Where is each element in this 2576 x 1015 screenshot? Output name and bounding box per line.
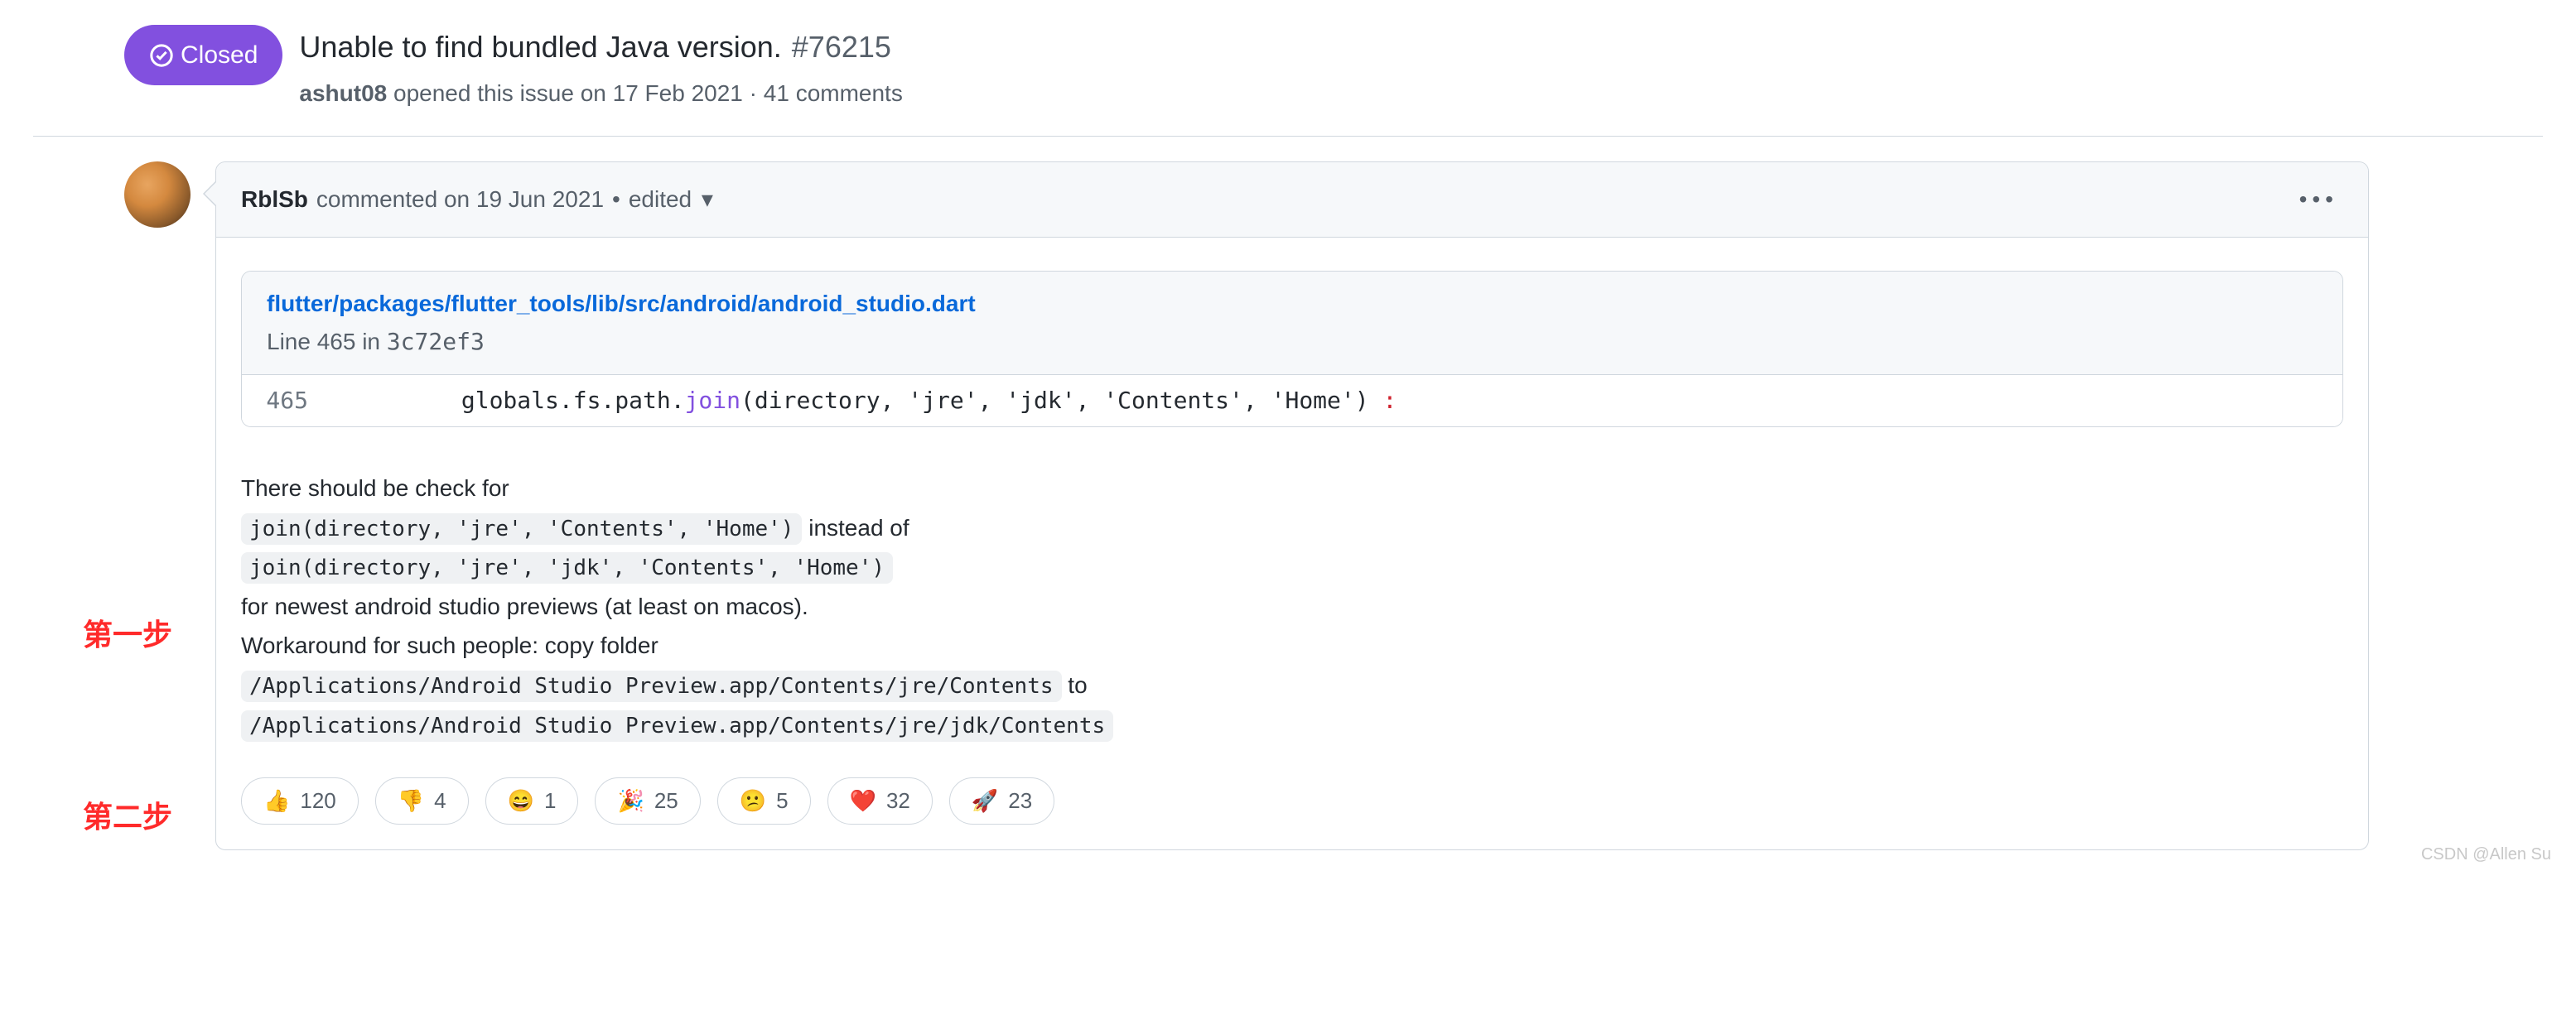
commit-sha-link[interactable]: 3c72ef3	[387, 328, 485, 355]
watermark: CSDN @Allen Su	[2421, 842, 2551, 867]
issue-meta: ashut08 opened this issue on 17 Feb 2021…	[299, 76, 902, 111]
state-badge-closed: Closed	[124, 25, 282, 85]
reaction-heart[interactable]: ❤️32	[827, 777, 933, 825]
comment-box: RblSb commented on 19 Jun 2021 • edited …	[215, 161, 2369, 850]
reactions-bar: 👍120 👎4 😄1 🎉25 😕5 ❤️32 🚀23	[241, 777, 2343, 825]
comment-author-link[interactable]: RblSb	[241, 182, 308, 217]
comment-body-text: There should be check for join(directory…	[241, 469, 2343, 744]
issue-author-link[interactable]: ashut08	[299, 80, 387, 106]
code-line[interactable]: 465 globals.fs.path.join(directory, 'jre…	[242, 375, 2342, 426]
inline-code: join(directory, 'jre', 'jdk', 'Contents'…	[241, 552, 893, 584]
reaction-rocket[interactable]: 🚀23	[949, 777, 1054, 825]
avatar[interactable]	[124, 161, 191, 228]
line-number: 465	[242, 375, 325, 426]
edited-dropdown[interactable]: edited ▾	[629, 182, 713, 217]
reaction-thumbs-down[interactable]: 👎4	[375, 777, 469, 825]
issue-number: #76215	[792, 25, 891, 70]
annotation-step-2: 第二步	[83, 795, 172, 839]
comment-header: RblSb commented on 19 Jun 2021 • edited …	[216, 162, 2368, 238]
annotation-step-1: 第一步	[83, 613, 172, 657]
reaction-hooray[interactable]: 🎉25	[595, 777, 700, 825]
inline-code: join(directory, 'jre', 'Contents', 'Home…	[241, 513, 802, 545]
issue-title: Unable to find bundled Java version.	[299, 25, 781, 70]
reaction-laugh[interactable]: 😄1	[485, 777, 579, 825]
file-path-link[interactable]: flutter/packages/flutter_tools/lib/src/a…	[267, 291, 976, 316]
reaction-confused[interactable]: 😕5	[717, 777, 811, 825]
issue-header: Closed Unable to find bundled Java versi…	[33, 0, 2543, 137]
comment-actions-menu[interactable]: •••	[2294, 177, 2343, 222]
comment-timestamp[interactable]: commented on 19 Jun 2021	[316, 182, 604, 217]
inline-code: /Applications/Android Studio Preview.app…	[241, 671, 1062, 702]
check-circle-icon	[149, 43, 174, 68]
caret-down-icon: ▾	[702, 182, 713, 217]
reaction-thumbs-up[interactable]: 👍120	[241, 777, 359, 825]
code-reference-block: flutter/packages/flutter_tools/lib/src/a…	[241, 271, 2343, 427]
state-label: Closed	[181, 36, 258, 74]
inline-code: /Applications/Android Studio Preview.app…	[241, 710, 1113, 742]
